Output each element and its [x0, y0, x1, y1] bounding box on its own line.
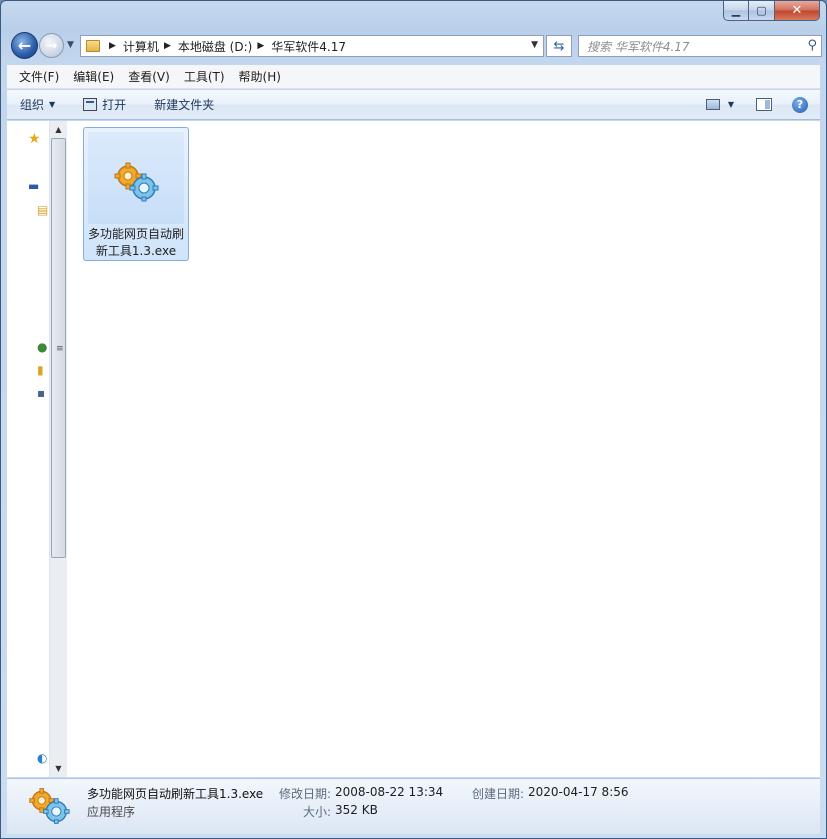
close-icon: ✕: [791, 3, 803, 18]
minimize-button[interactable]: ▁: [723, 1, 749, 21]
command-bar: 组织 ▼ 打开 新建文件夹 ▼ ?: [7, 90, 820, 120]
favorites-star-icon[interactable]: ★: [28, 131, 41, 147]
help-icon[interactable]: ?: [792, 96, 808, 113]
folder-icon: [86, 40, 100, 52]
network-icon[interactable]: ◐: [37, 751, 47, 765]
back-arrow-icon: ←: [17, 36, 32, 55]
navigation-pane[interactable]: ★ ▬ ▤ ● ▮ ▪ ◐: [7, 121, 55, 777]
open-label: 打开: [102, 98, 127, 112]
nav-scrollbar[interactable]: ▲ ≡ ▼: [49, 121, 67, 777]
search-icon[interactable]: ⚲: [807, 38, 817, 53]
modified-date-value[interactable]: 2008-08-22 13:34: [335, 785, 443, 799]
menu-tools[interactable]: 工具(T): [177, 68, 232, 85]
forward-arrow-icon: →: [45, 37, 58, 54]
file-name-label: 多功能网页自动刷新工具1.3.exe: [87, 227, 184, 258]
explorer-window: ▁ ▢ ✕ ← → ▼ ▶ 计算机 ▶ 本地磁盘 (D:) ▶ 华军软件4.17…: [0, 0, 827, 839]
breadcrumb-folder[interactable]: 华军软件4.17: [271, 38, 346, 55]
open-icon: [83, 98, 98, 111]
menu-help[interactable]: 帮助(H): [232, 68, 288, 85]
chevron-right-icon[interactable]: ▶: [164, 41, 171, 51]
address-bar[interactable]: ▶ 计算机 ▶ 本地磁盘 (D:) ▶ 华军软件4.17 ▼: [80, 35, 544, 57]
preview-pane-icon[interactable]: [756, 98, 772, 111]
menu-view[interactable]: 查看(V): [121, 68, 177, 85]
size-value: 352 KB: [335, 803, 378, 817]
chevron-down-icon: ▼: [49, 100, 56, 109]
gear-app-icon: [114, 162, 159, 202]
content-area: ★ ▬ ▤ ● ▮ ▪ ◐ ▲ ≡ ▼ 多功能网页自动刷新工具1.3.exe: [7, 121, 820, 777]
chevron-right-icon[interactable]: ▶: [257, 41, 264, 51]
address-dropdown-icon[interactable]: ▼: [531, 40, 538, 50]
gear-app-icon: [29, 788, 70, 824]
libraries-icon[interactable]: ▤: [37, 203, 48, 217]
created-date-label: 创建日期:: [472, 787, 525, 801]
new-folder-button[interactable]: 新建文件夹: [147, 90, 221, 119]
minimize-icon: ▁: [731, 4, 741, 17]
menu-file[interactable]: 文件(F): [12, 68, 66, 85]
menu-edit[interactable]: 编辑(E): [66, 68, 121, 85]
scroll-thumb[interactable]: ≡: [51, 138, 66, 558]
created-date-value[interactable]: 2020-04-17 8:56: [528, 785, 629, 799]
search-input[interactable]: 搜索 华军软件4.17 ⚲: [578, 35, 822, 57]
search-placeholder: 搜索 华军软件4.17: [587, 39, 690, 54]
recent-pages-dropdown[interactable]: ▼: [67, 40, 74, 50]
navigation-row: ← → ▼ ▶ 计算机 ▶ 本地磁盘 (D:) ▶ 华军软件4.17 ▼ ⇆ 搜…: [7, 32, 822, 60]
refresh-icon: ⇆: [553, 38, 565, 54]
file-thumbnail: [88, 132, 184, 224]
close-button[interactable]: ✕: [775, 1, 820, 21]
file-list[interactable]: 多功能网页自动刷新工具1.3.exe: [68, 121, 820, 777]
organize-button[interactable]: 组织 ▼: [13, 90, 62, 119]
grip-icon: ≡: [56, 344, 64, 354]
details-file-type: 应用程序: [87, 805, 136, 819]
refresh-button[interactable]: ⇆: [546, 35, 572, 57]
file-item[interactable]: 多功能网页自动刷新工具1.3.exe: [83, 127, 189, 261]
caption-buttons: ▁ ▢ ✕: [723, 1, 820, 21]
menu-bar: 文件(F) 编辑(E) 查看(V) 工具(T) 帮助(H): [7, 65, 820, 89]
desktop-icon[interactable]: ▬: [28, 179, 39, 193]
maximize-icon: ▢: [756, 4, 767, 17]
chevron-right-icon[interactable]: ▶: [109, 41, 116, 51]
folder-icon[interactable]: ▮: [37, 363, 44, 377]
maximize-button[interactable]: ▢: [749, 1, 775, 21]
scroll-down-icon[interactable]: ▼: [50, 760, 67, 777]
new-folder-label: 新建文件夹: [154, 98, 215, 112]
change-view-icon[interactable]: [705, 99, 720, 110]
details-pane: 多功能网页自动刷新工具1.3.exe 应用程序 修改日期: 2008-08-22…: [7, 778, 820, 834]
view-options-dropdown[interactable]: ▼: [728, 100, 734, 109]
view-controls: ▼ ?: [705, 90, 820, 119]
modified-date-label: 修改日期:: [279, 787, 332, 801]
computer-icon[interactable]: ▪: [37, 386, 45, 400]
details-file-name: 多功能网页自动刷新工具1.3.exe: [87, 787, 264, 801]
organize-label: 组织: [20, 98, 45, 112]
breadcrumb-computer[interactable]: 计算机: [123, 38, 159, 55]
forward-button[interactable]: →: [39, 33, 64, 58]
breadcrumb-drive[interactable]: 本地磁盘 (D:): [178, 38, 252, 55]
open-button[interactable]: 打开: [76, 90, 133, 119]
back-button[interactable]: ←: [11, 32, 38, 59]
homegroup-icon[interactable]: ●: [37, 340, 47, 354]
size-label: 大小:: [303, 805, 332, 819]
scroll-up-icon[interactable]: ▲: [50, 121, 67, 138]
